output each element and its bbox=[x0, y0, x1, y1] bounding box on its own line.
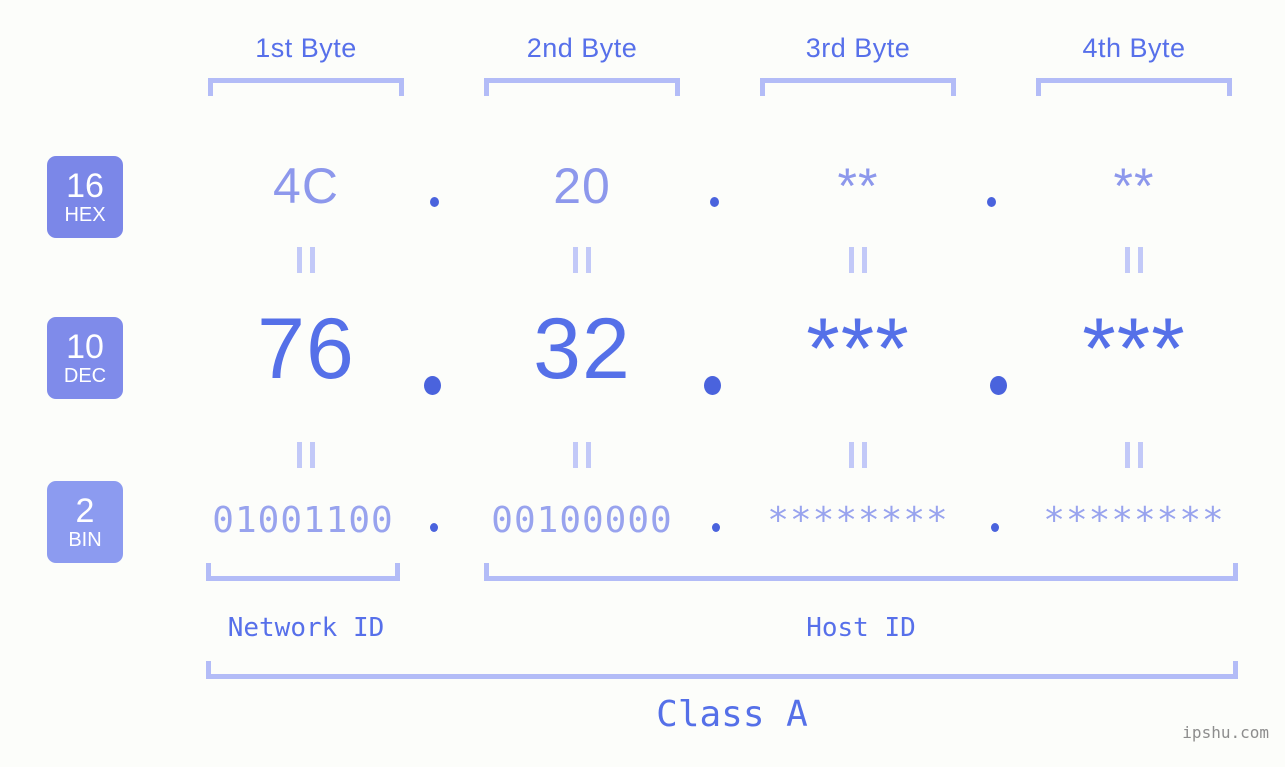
equivalence-bars-hex-dec-2 bbox=[452, 247, 712, 278]
address-class-bracket bbox=[206, 661, 1238, 679]
radix-badge-bin-name: BIN bbox=[68, 529, 102, 551]
dec-separator-dot-2 bbox=[704, 376, 721, 395]
radix-badge-hex-name: HEX bbox=[64, 204, 106, 226]
hex-byte-3: ** bbox=[837, 158, 879, 214]
host-id-bracket bbox=[484, 563, 1238, 581]
address-class-label: Class A bbox=[656, 694, 808, 735]
equivalence-bars-dec-bin-2 bbox=[452, 442, 712, 473]
ip-address-breakdown-diagram: 1st Byte 2nd Byte 3rd Byte 4th Byte 16 H… bbox=[0, 0, 1285, 767]
equivalence-bars-hex-dec-4 bbox=[1004, 247, 1264, 278]
hex-byte-2: 20 bbox=[553, 158, 611, 214]
hex-separator-dot-1 bbox=[430, 197, 439, 207]
site-watermark: ipshu.com bbox=[1182, 723, 1269, 742]
dec-separator-dot-3 bbox=[990, 376, 1007, 395]
bin-byte-2: 00100000 bbox=[491, 500, 673, 541]
bin-separator-dot-3 bbox=[991, 523, 999, 532]
byte-bracket-2 bbox=[484, 78, 680, 96]
byte-header-2: 2nd Byte bbox=[526, 33, 638, 63]
radix-badge-bin-number: 2 bbox=[75, 492, 95, 530]
equivalence-bars-dec-bin-3 bbox=[728, 442, 988, 473]
byte-header-3: 3rd Byte bbox=[805, 33, 911, 63]
equivalence-bars-hex-dec-1 bbox=[176, 247, 436, 278]
hex-byte-4: ** bbox=[1113, 158, 1155, 214]
equivalence-bars-dec-bin-1 bbox=[176, 442, 436, 473]
radix-badge-dec-number: 10 bbox=[66, 328, 104, 366]
hex-byte-1: 4C bbox=[273, 158, 339, 214]
dec-byte-3: *** bbox=[806, 301, 910, 397]
network-id-label: Network ID bbox=[227, 613, 385, 643]
bin-byte-3: ******** bbox=[767, 500, 949, 541]
dec-byte-2: 32 bbox=[533, 301, 631, 397]
byte-bracket-1 bbox=[208, 78, 404, 96]
byte-header-1: 1st Byte bbox=[255, 33, 357, 63]
bin-separator-dot-1 bbox=[430, 523, 438, 532]
radix-badge-bin: 2 BIN bbox=[47, 481, 123, 563]
byte-header-4: 4th Byte bbox=[1082, 33, 1186, 63]
host-id-label: Host ID bbox=[806, 613, 916, 643]
dec-separator-dot-1 bbox=[424, 376, 441, 395]
radix-badge-dec: 10 DEC bbox=[47, 317, 123, 399]
hex-separator-dot-2 bbox=[710, 197, 719, 207]
network-id-bracket bbox=[206, 563, 400, 581]
byte-bracket-4 bbox=[1036, 78, 1232, 96]
hex-separator-dot-3 bbox=[987, 197, 996, 207]
bin-byte-1: 01001100 bbox=[212, 500, 394, 541]
bin-byte-4: ******** bbox=[1043, 500, 1225, 541]
byte-bracket-3 bbox=[760, 78, 956, 96]
dec-byte-4: *** bbox=[1082, 301, 1186, 397]
radix-badge-dec-name: DEC bbox=[63, 365, 107, 387]
dec-byte-1: 76 bbox=[257, 301, 355, 397]
equivalence-bars-dec-bin-4 bbox=[1004, 442, 1264, 473]
radix-badge-hex: 16 HEX bbox=[47, 156, 123, 238]
bin-separator-dot-2 bbox=[712, 523, 720, 532]
equivalence-bars-hex-dec-3 bbox=[728, 247, 988, 278]
radix-badge-hex-number: 16 bbox=[66, 167, 104, 205]
